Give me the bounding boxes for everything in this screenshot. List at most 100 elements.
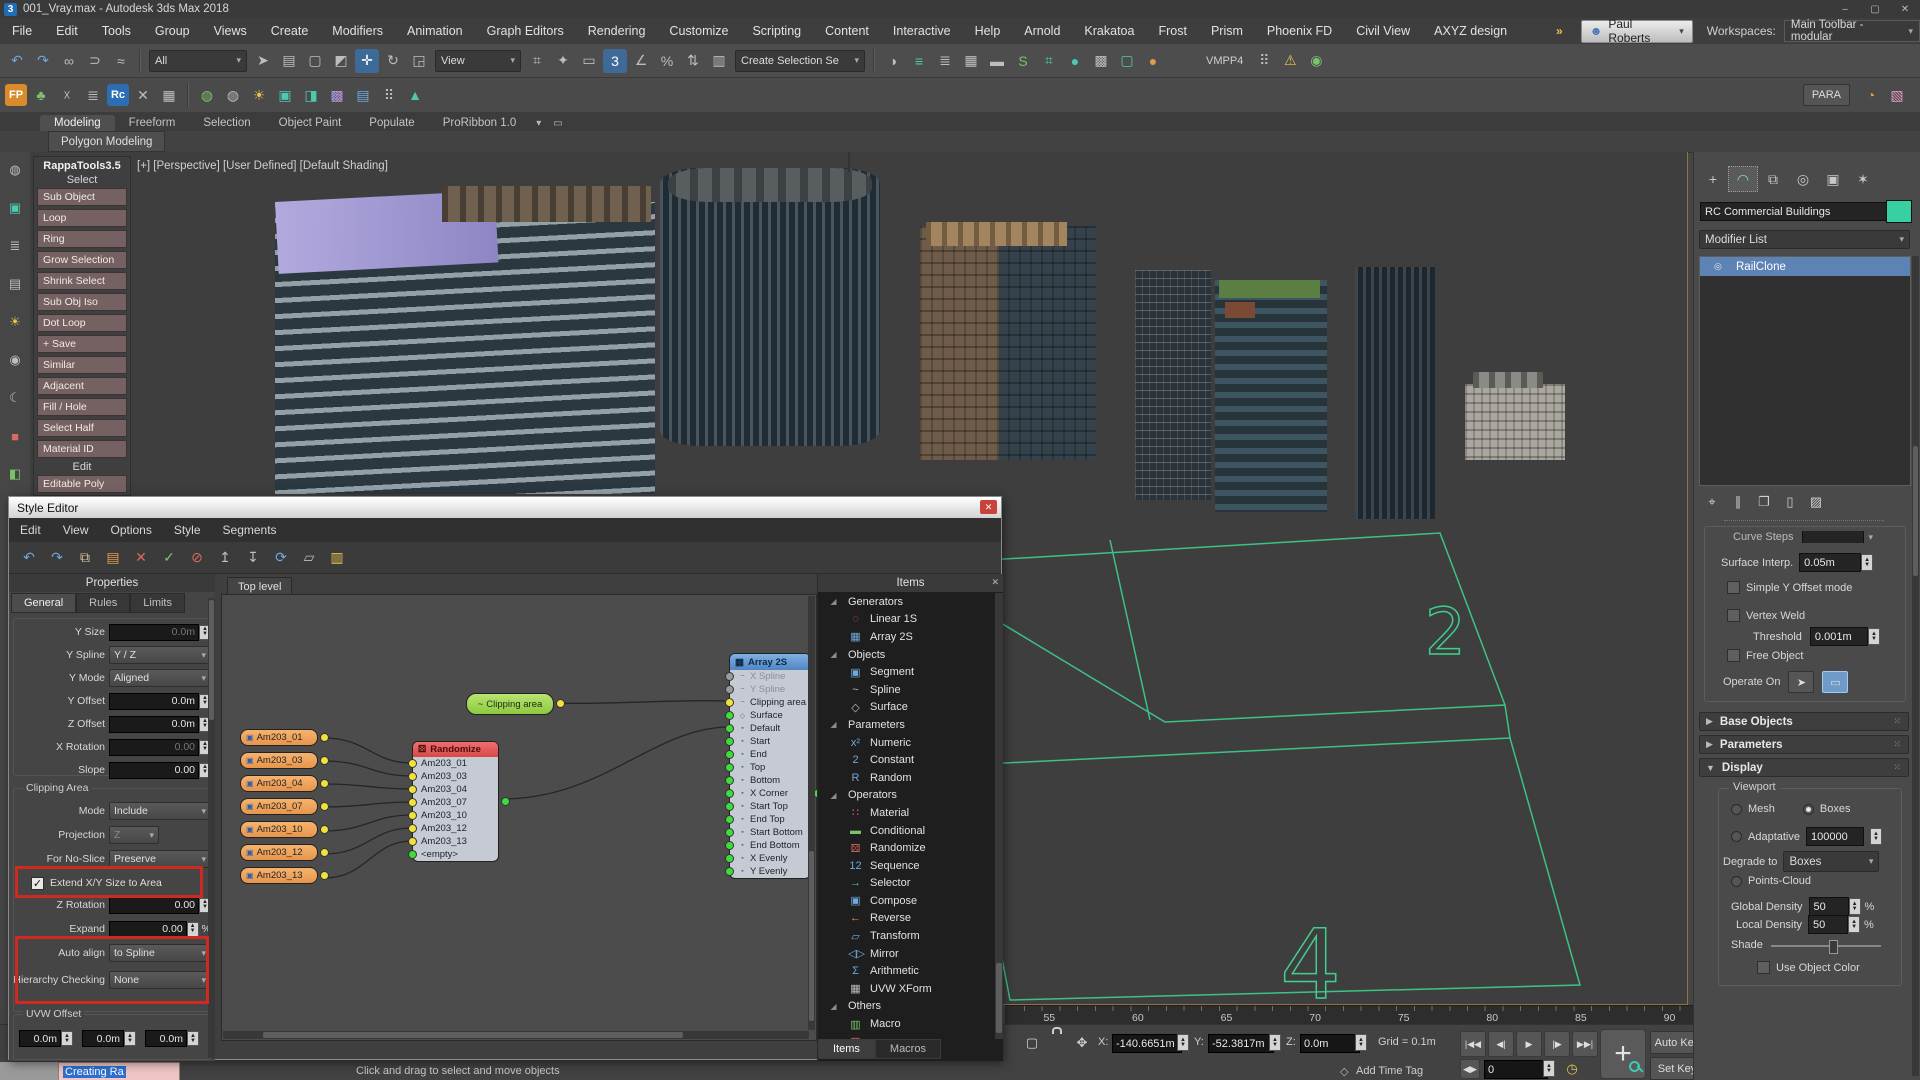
array-input-row[interactable]: ~ Clipping area	[730, 696, 810, 709]
particle-view-icon[interactable]: ⠿	[1252, 49, 1276, 73]
moon-icon[interactable]: ☾	[3, 386, 27, 410]
node-output-dot[interactable]	[320, 871, 329, 880]
snap-3d-icon[interactable]: 3	[603, 49, 627, 73]
y-mode-select[interactable]: Aligned▾	[109, 669, 211, 687]
node-input-dot[interactable]	[725, 763, 734, 772]
expand-field[interactable]: 0.00	[109, 921, 187, 938]
schematic-view-icon[interactable]: ⌗	[1037, 49, 1061, 73]
operate-on-arrow-button[interactable]: ➤	[1788, 671, 1814, 693]
global-density-spinner[interactable]: ▲▼	[1849, 898, 1861, 915]
bind-spacewarp-icon[interactable]: ≈	[109, 49, 133, 73]
style-editor-menu-item[interactable]: View	[52, 523, 100, 537]
utilities-tab-icon[interactable]: ✶	[1848, 166, 1878, 192]
hierarchy-tab-icon[interactable]: ⧉	[1758, 166, 1788, 192]
boxes-radio[interactable]	[1803, 804, 1814, 815]
node-output-dot[interactable]	[320, 848, 329, 857]
menu-item[interactable]: Civil View	[1344, 18, 1422, 44]
x-rotation-field[interactable]: 0.00	[109, 739, 199, 756]
items-list-item[interactable]: ▣ Compose	[818, 892, 996, 910]
segment-node[interactable]: ▣ Am203_01	[240, 729, 318, 746]
threshold-spinner[interactable]: ▲▼	[1868, 628, 1880, 645]
use-object-color-checkbox[interactable]	[1757, 961, 1770, 974]
menu-item[interactable]: Group	[143, 18, 202, 44]
rappatools-button[interactable]: Select Half	[37, 419, 127, 437]
menu-item[interactable]: Tools	[90, 18, 143, 44]
angle-snap-icon[interactable]: ∠	[629, 49, 653, 73]
camera-speaker-icon[interactable]: ◉	[3, 348, 27, 372]
video-icon[interactable]: ■	[3, 424, 27, 448]
menu-item[interactable]: Prism	[1199, 18, 1255, 44]
randomize-input-row[interactable]: Am203_04	[413, 783, 498, 796]
panel-sash[interactable]	[1724, 520, 1884, 521]
node-input-dot[interactable]	[725, 867, 734, 876]
rappatools-button[interactable]: Adjacent	[37, 377, 127, 395]
node-input-dot[interactable]	[408, 772, 417, 781]
rappatools-button[interactable]: Dot Loop	[37, 314, 127, 332]
undo-icon[interactable]: ↶	[5, 49, 29, 73]
rappatools-button[interactable]: Similar	[37, 356, 127, 374]
clipping-area-node[interactable]: ~ Clipping area	[466, 693, 554, 715]
items-panel-tab[interactable]: Macros	[875, 1039, 941, 1059]
make-unique-icon[interactable]: ❐	[1754, 492, 1774, 512]
global-density-field[interactable]: 50	[1809, 897, 1849, 916]
node-input-dot[interactable]	[725, 776, 734, 785]
modifier-stack-entry[interactable]: ◎ RailClone	[1700, 257, 1910, 276]
projection-select[interactable]: Z▾	[109, 826, 159, 844]
maxscript-mini-listener[interactable]: Creating Ra	[58, 1062, 180, 1080]
se-delete-icon[interactable]: ✕	[129, 546, 153, 570]
grid-icon[interactable]: ▦	[157, 83, 181, 107]
items-list-item[interactable]: ▥ Macro	[818, 1015, 996, 1033]
rappatools-button[interactable]: + Save	[37, 335, 127, 353]
local-density-field[interactable]: 50	[1808, 915, 1848, 934]
node-input-dot[interactable]	[725, 685, 734, 694]
go-end-button[interactable]: ▶▶|	[1572, 1031, 1598, 1057]
select-object-icon[interactable]: ➤	[251, 49, 275, 73]
node-input-dot[interactable]	[725, 711, 734, 720]
items-list-item[interactable]: ∷ Material	[818, 804, 996, 822]
align-icon[interactable]: ≡	[907, 49, 931, 73]
array-input-row[interactable]: ▪ X Corner	[730, 787, 810, 800]
rappatools-button[interactable]: Fill / Hole	[37, 398, 127, 416]
node-input-dot[interactable]	[725, 841, 734, 850]
items-list-item[interactable]: ◢ Objects	[818, 646, 996, 664]
se-import-icon[interactable]: ↧	[241, 546, 265, 570]
randomize-input-row[interactable]: Am203_07	[413, 796, 498, 809]
node-output-dot[interactable]	[501, 797, 510, 806]
coordinate-display-icon[interactable]: ✥	[1072, 1033, 1092, 1053]
menu-item[interactable]: Animation	[395, 18, 475, 44]
menu-item[interactable]: Frost	[1146, 18, 1198, 44]
node-input-dot[interactable]	[725, 698, 734, 707]
light-icon[interactable]: ☀	[247, 83, 271, 107]
list-icon[interactable]: ≣	[81, 83, 105, 107]
points-cloud-radio[interactable]	[1731, 876, 1742, 887]
se-library-icon[interactable]: ▥	[325, 546, 349, 570]
expand-spinner[interactable]: ▲▼	[187, 922, 199, 937]
operate-on-square-button[interactable]: ▭	[1822, 671, 1848, 693]
time-configuration-icon[interactable]: ◷	[1562, 1059, 1582, 1079]
uvw-offset-field[interactable]: 0.0m ▲▼	[19, 1030, 73, 1047]
array-input-row[interactable]: ~ Y Spline	[730, 683, 810, 696]
warning-icon[interactable]: ⚠	[1278, 49, 1302, 73]
node-input-dot[interactable]	[725, 854, 734, 863]
surface-interp-spinner[interactable]: ▲▼	[1861, 554, 1873, 571]
vertex-weld-checkbox[interactable]	[1727, 609, 1740, 622]
menu-item[interactable]: Edit	[44, 18, 90, 44]
rappatools-button[interactable]: Loop	[37, 209, 127, 227]
move-icon[interactable]: ✛	[355, 49, 379, 73]
segment-node[interactable]: ▣ Am203_10	[240, 821, 318, 838]
items-close-icon[interactable]: ✕	[991, 577, 999, 588]
ribbon-tab[interactable]: ProRibbon 1.0	[429, 115, 531, 131]
array-input-row[interactable]: ▪ X Evenly	[730, 852, 810, 865]
modifier-stack[interactable]: ◎ RailClone	[1699, 256, 1911, 486]
rollout-parameters[interactable]: ▶Parameters⁙	[1699, 735, 1909, 754]
array-input-row[interactable]: ▪ Start	[730, 735, 810, 748]
show-end-result-icon[interactable]: ∥	[1728, 492, 1748, 512]
image-icon[interactable]: ▣	[3, 196, 27, 220]
adaptative-radio[interactable]	[1731, 831, 1742, 842]
items-list-item[interactable]: 2 Constant	[818, 751, 996, 769]
reference-coordinate-select[interactable]: View▾	[435, 50, 521, 72]
menu-item[interactable]: Phoenix FD	[1255, 18, 1344, 44]
items-list-item[interactable]: ~ Spline	[818, 681, 996, 699]
style-editor-menu-item[interactable]: Options	[99, 523, 162, 537]
rappatools-button[interactable]: Ring	[37, 230, 127, 248]
